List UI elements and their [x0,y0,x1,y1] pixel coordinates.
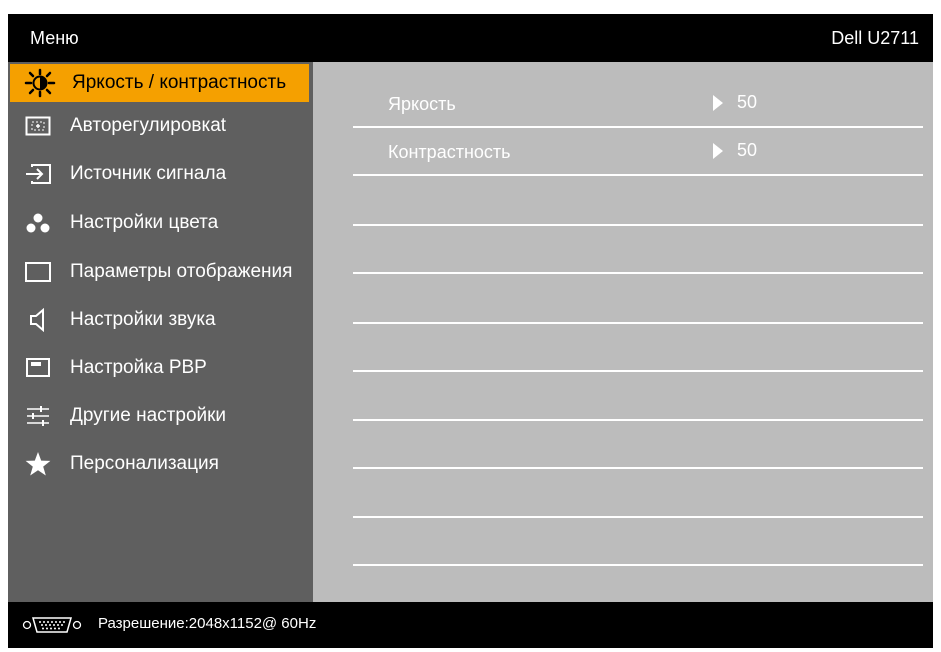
sidebar-item-personalize[interactable]: Персонализация [8,444,313,484]
input-source-icon [20,159,56,189]
sidebar-item-label: Параметры отображения [70,261,293,282]
row-divider [353,126,923,128]
resolution-text: Разрешение:2048x1152@ 60Hz [98,615,317,632]
row-divider [353,174,923,176]
status-bar: Разрешение:2048x1152@ 60Hz [8,602,933,648]
sidebar-menu: Яркость / контрастность Авторегулировкаt [8,62,313,602]
sidebar-item-input-source[interactable]: Источник сигнала [8,154,313,194]
sidebar-item-label: Настройки звука [70,309,216,330]
play-arrow-icon [713,94,723,111]
sidebar-item-other-settings[interactable]: Другие настройки [8,396,313,436]
monitor-model: Dell U2711 [831,28,919,48]
sidebar-item-color-settings[interactable]: Настройки цвета [8,203,313,243]
row-divider [353,419,923,421]
row-divider [353,272,923,274]
brightness-label[interactable]: Яркость [388,94,456,115]
sidebar-item-auto-adjust[interactable]: Авторегулировкаt [8,106,313,146]
sidebar-item-label: Персонализация [70,453,219,474]
submenu-panel: Яркость 50 Контрастность 50 [313,62,933,602]
sidebar-item-label: Настройка PBP [70,357,207,378]
brightness-value[interactable]: 50 [713,92,757,113]
sliders-icon [20,401,56,431]
sidebar-item-pbp-settings[interactable]: Настройка PBP [8,348,313,388]
contrast-value[interactable]: 50 [713,140,757,161]
row-divider [353,370,923,372]
brightness-icon [22,68,58,98]
color-dots-icon [20,208,56,238]
display-rectangle-icon [20,257,56,287]
play-arrow-icon [713,142,723,159]
sidebar-item-label: Другие настройки [70,405,227,426]
pbp-icon [20,353,56,383]
speaker-icon [20,305,56,335]
brightness-value-text: 50 [737,92,758,112]
row-divider [353,322,923,324]
vga-connector-icon [22,616,82,634]
row-divider [353,564,923,566]
sidebar-item-brightness-contrast[interactable]: Яркость / контрастность [10,64,309,102]
row-divider [353,224,923,226]
header-bar: Меню Dell U2711 [8,14,933,62]
sidebar-item-label: Авторегулировкаt [70,115,227,136]
menu-title: Меню [30,28,79,48]
sidebar-item-label: Источник сигнала [70,163,227,184]
row-divider [353,467,923,469]
contrast-label[interactable]: Контрастность [388,142,511,163]
sidebar-item-display-settings[interactable]: Параметры отображения [8,252,313,292]
osd-menu: Меню Dell U2711 Яркость / контрастность … [8,14,933,648]
sidebar-item-label: Настройки цвета [70,212,219,233]
sidebar-item-audio-settings[interactable]: Настройки звука [8,300,313,340]
sidebar-item-label: Яркость / контрастность [72,72,287,93]
row-divider [353,516,923,518]
auto-adjust-icon [20,111,56,141]
contrast-value-text: 50 [737,140,758,160]
star-icon [20,449,56,479]
